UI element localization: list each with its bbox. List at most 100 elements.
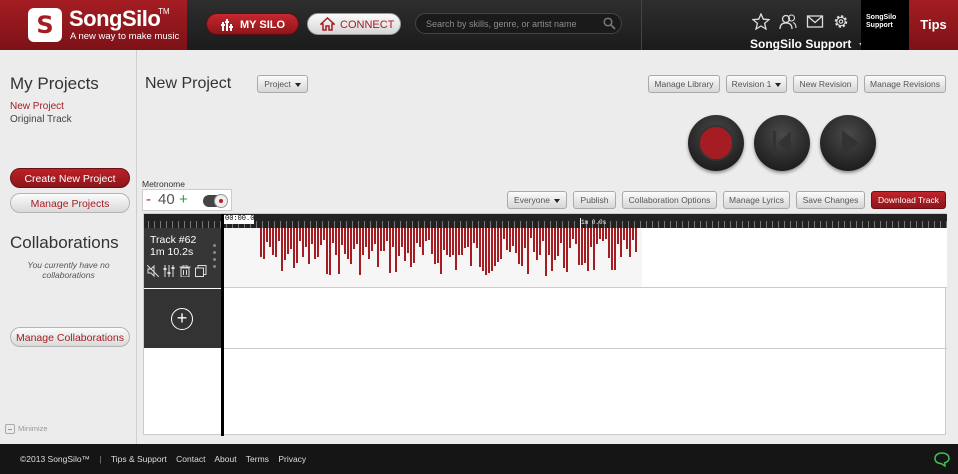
metronome-toggle[interactable] (203, 194, 228, 208)
metronome-increase-button[interactable]: + (179, 191, 188, 208)
ruler-tick (424, 221, 425, 228)
publish-button[interactable]: Publish (573, 191, 616, 209)
waveform-bar (599, 228, 601, 239)
ruler-tick (838, 221, 839, 228)
waveform-bar (275, 228, 277, 257)
ruler-tick (850, 221, 851, 228)
ruler-tick (736, 221, 737, 228)
ruler-tick (178, 221, 179, 228)
tips-button[interactable]: Tips (909, 0, 958, 50)
ruler-tick (856, 221, 857, 228)
star-icon[interactable] (752, 13, 770, 30)
download-track-button[interactable]: Download Track (871, 191, 946, 209)
project-link-new-project[interactable]: New Project (10, 101, 64, 112)
connect-label: CONNECT (340, 19, 395, 31)
waveform-bar (332, 228, 334, 243)
user-menu[interactable]: SongSilo Support (750, 37, 865, 51)
ruler-tick (310, 221, 311, 228)
waveform-bar (458, 228, 460, 255)
project-dropdown[interactable]: Project (257, 75, 308, 93)
mail-icon[interactable] (806, 13, 824, 30)
waveform-bar (407, 228, 409, 253)
waveform-bar (545, 228, 547, 276)
rewind-button[interactable] (754, 115, 810, 171)
ruler-tick (208, 221, 209, 228)
ruler-tick (166, 221, 167, 228)
chevron-down-icon (775, 82, 782, 87)
chat-icon[interactable] (934, 451, 950, 467)
footer-link-terms[interactable]: Terms (246, 454, 269, 464)
manage-revisions-button[interactable]: Manage Revisions (864, 75, 946, 93)
waveform-bar (284, 228, 286, 260)
track-timeline: 00:00.0 1m 0.0s Track #62 1m 10.2s + (143, 213, 947, 436)
logo[interactable]: S SongSilo TM A new way to make music (0, 0, 187, 50)
sidebar: My Projects New Project Original Track C… (0, 50, 137, 444)
waveform-bar (551, 228, 553, 271)
minimize-button[interactable]: Minimize (5, 424, 48, 435)
waveform-bar (392, 228, 394, 247)
ruler-tick (298, 221, 299, 228)
footer-link-tips-support[interactable]: Tips & Support (111, 454, 167, 464)
waveform-bar (431, 228, 433, 254)
waveform-bar (605, 228, 607, 239)
ruler-tick (640, 221, 641, 228)
waveform-bar (416, 228, 418, 243)
ruler-tick (388, 221, 389, 228)
ruler-tick (664, 221, 665, 228)
waveform-bar (581, 228, 583, 265)
waveform-bar (560, 228, 562, 243)
ruler-tick (730, 221, 731, 228)
home-icon (320, 17, 335, 31)
contacts-icon[interactable] (779, 13, 797, 30)
logo-text: SongSilo (69, 6, 161, 31)
waveform-bar (356, 228, 358, 244)
ruler-tick (472, 221, 473, 228)
footer-link-contact[interactable]: Contact (176, 454, 205, 464)
footer-link-privacy[interactable]: Privacy (278, 454, 306, 464)
waveform-bar (494, 228, 496, 266)
project-link-original-track[interactable]: Original Track (10, 114, 72, 125)
metronome-decrease-button[interactable]: - (146, 191, 151, 208)
gear-icon[interactable] (832, 13, 850, 30)
manage-lyrics-button[interactable]: Manage Lyrics (723, 191, 790, 209)
my-silo-button[interactable]: MY SILO (206, 13, 299, 35)
empty-track-lane[interactable] (224, 289, 947, 349)
footer-link-about[interactable]: About (214, 454, 236, 464)
avatar[interactable]: SongSilo Support (861, 0, 909, 50)
manage-collaborations-button[interactable]: Manage Collaborations (10, 327, 130, 347)
copy-icon[interactable] (195, 265, 207, 277)
track-lane[interactable] (224, 228, 947, 288)
copyright-text: ©2013 SongSilo™ (20, 454, 91, 464)
add-track-button[interactable]: + (144, 289, 221, 348)
record-button[interactable] (688, 115, 744, 171)
record-dot-icon (219, 199, 223, 203)
search-input[interactable] (426, 16, 596, 31)
collaboration-options-button[interactable]: Collaboration Options (622, 191, 717, 209)
waveform-bar (476, 228, 478, 248)
ruler-tick (766, 221, 767, 228)
create-new-project-button[interactable]: Create New Project (10, 168, 130, 188)
waveform-bar (314, 228, 316, 259)
save-changes-button[interactable]: Save Changes (796, 191, 865, 209)
play-button[interactable] (820, 115, 876, 171)
track-header[interactable]: Track #62 1m 10.2s (144, 228, 221, 288)
waveform-bar (323, 228, 325, 240)
search-icon[interactable] (603, 17, 616, 30)
waveform-bar (383, 228, 385, 251)
revision-dropdown[interactable]: Revision 1 (726, 75, 787, 93)
mute-icon[interactable] (147, 265, 159, 277)
connect-button[interactable]: CONNECT (307, 13, 401, 35)
manage-projects-button[interactable]: Manage Projects (10, 193, 130, 213)
track-clip[interactable] (224, 228, 642, 287)
trash-icon[interactable] (179, 265, 191, 277)
mixer-icon[interactable] (163, 265, 175, 277)
new-revision-button[interactable]: New Revision (793, 75, 858, 93)
waveform-bar (569, 228, 571, 248)
visibility-dropdown[interactable]: Everyone (507, 191, 567, 209)
waveform-bar (269, 228, 271, 247)
time-ruler[interactable]: 00:00.0 1m 0.0s (144, 214, 947, 228)
waveform-bar (464, 228, 466, 248)
drag-handle-icon[interactable] (213, 244, 216, 272)
ruler-tick (724, 221, 725, 228)
manage-library-button[interactable]: Manage Library (648, 75, 720, 93)
